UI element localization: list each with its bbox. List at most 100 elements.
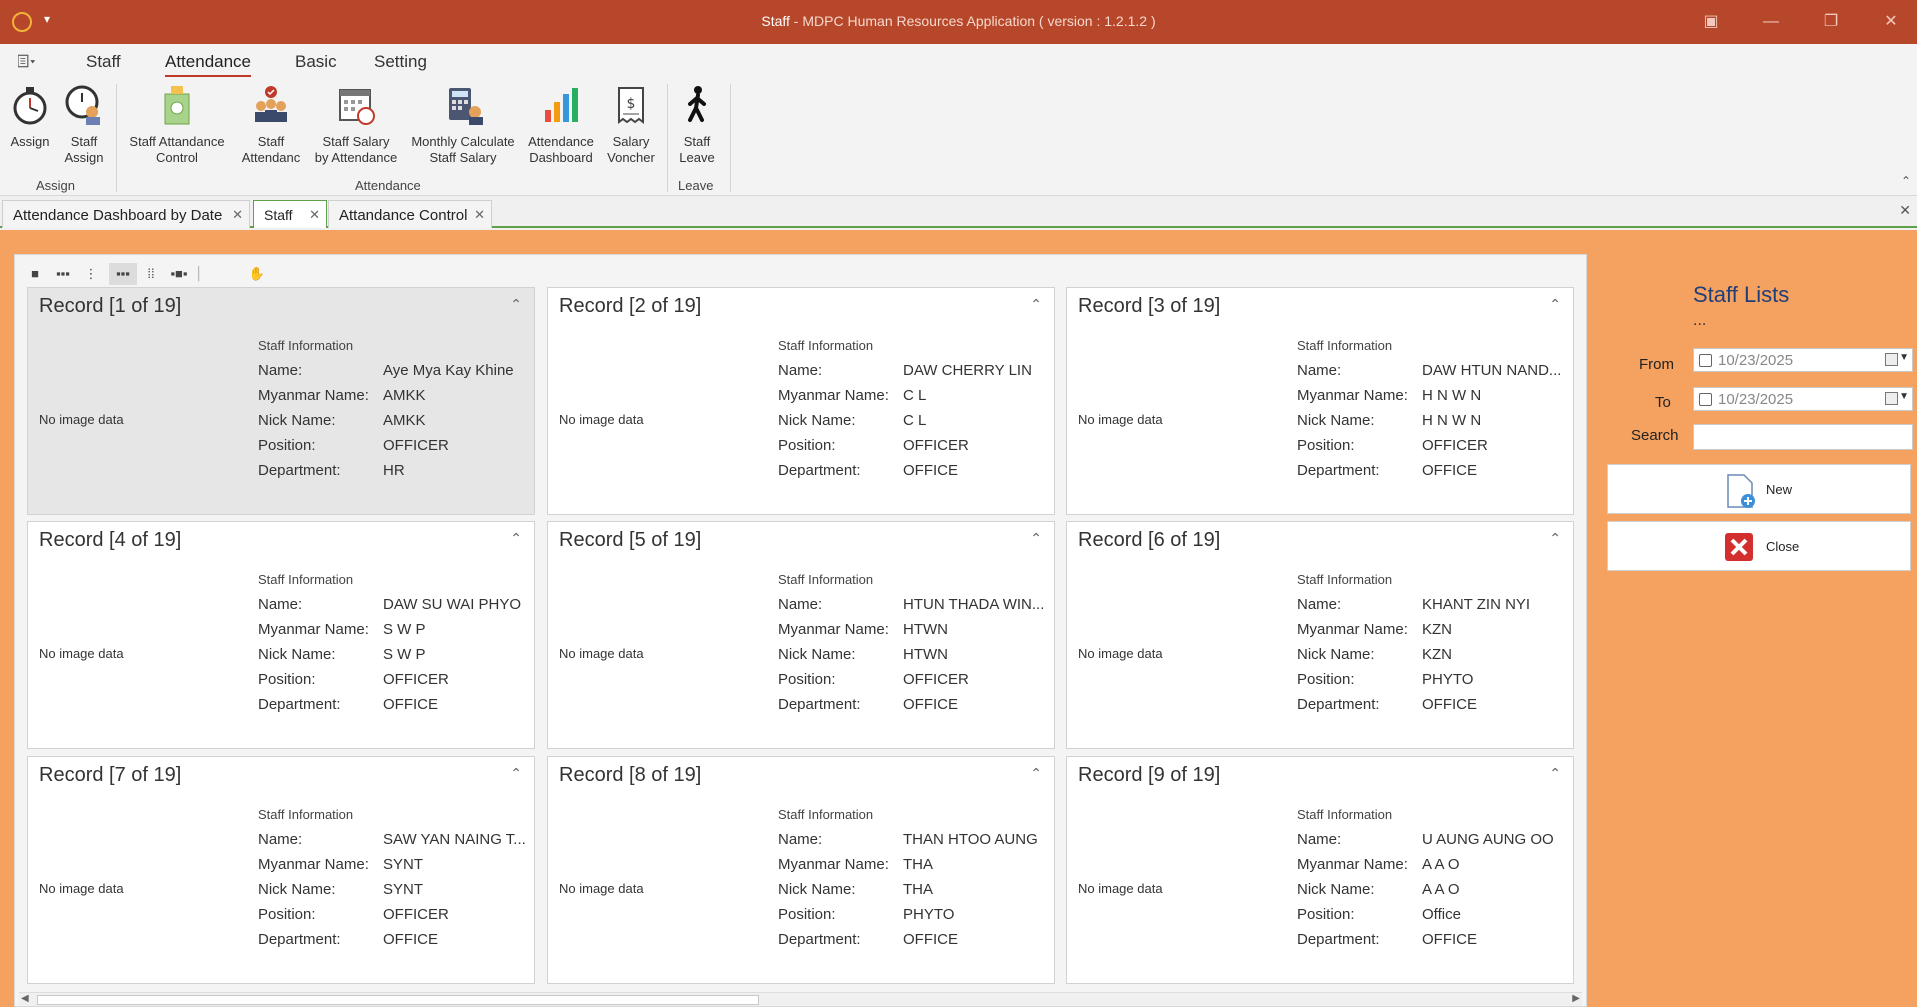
salary-voucher-button[interactable]: $ Salary Voncher bbox=[604, 84, 658, 166]
record-card[interactable]: Record [1 of 19] ⌃ No image data Staff Info… bbox=[27, 287, 535, 515]
record-card[interactable]: Record [7 of 19] ⌃ No image data Staff Info… bbox=[27, 756, 535, 984]
field-value: HTUN THADA WIN... bbox=[903, 596, 1045, 613]
chevron-down-icon[interactable]: ▼ bbox=[1899, 391, 1909, 402]
to-date-checkbox[interactable] bbox=[1699, 393, 1712, 406]
record-card[interactable]: Record [8 of 19] ⌃ No image data Staff Info… bbox=[547, 756, 1055, 984]
multi-column-view-icon[interactable]: ⁞⁞ bbox=[139, 263, 163, 285]
field-label: Name: bbox=[1297, 362, 1342, 379]
from-date-checkbox[interactable] bbox=[1699, 354, 1712, 367]
menu-basic[interactable]: Basic bbox=[295, 52, 337, 72]
attendance-dashboard-label-2: Dashboard bbox=[529, 150, 593, 165]
monthly-calculate-label-2: Staff Salary bbox=[429, 150, 497, 165]
staff-attendance-button[interactable]: Staff Attendanc bbox=[236, 84, 306, 166]
collapse-card-icon[interactable]: ⌃ bbox=[1549, 530, 1561, 547]
new-button-label: New bbox=[1766, 482, 1793, 497]
multi-row-view-icon[interactable]: ▪▪▪ bbox=[109, 263, 137, 285]
from-date-field[interactable]: 10/23/2025 ▼ bbox=[1693, 348, 1913, 372]
no-image-placeholder: No image data bbox=[559, 881, 644, 896]
tab-staff[interactable]: Staff ✕ bbox=[253, 200, 327, 228]
field-label: Nick Name: bbox=[258, 881, 336, 898]
calendar-icon[interactable] bbox=[1885, 392, 1898, 405]
record-card[interactable]: Record [4 of 19] ⌃ No image data Staff Info… bbox=[27, 521, 535, 749]
collapse-card-icon[interactable]: ⌃ bbox=[1549, 765, 1561, 782]
collapse-card-icon[interactable]: ⌃ bbox=[510, 530, 522, 547]
field-value: SYNT bbox=[383, 856, 424, 873]
record-title: Record [6 of 19] bbox=[1078, 529, 1221, 551]
field-label: Name: bbox=[778, 596, 823, 613]
single-record-view-icon[interactable]: ■ bbox=[23, 263, 47, 285]
scroll-right-icon[interactable]: ▶ bbox=[1572, 993, 1580, 1004]
menu-attendance[interactable]: Attendance bbox=[165, 52, 252, 77]
collapse-card-icon[interactable]: ⌃ bbox=[1030, 296, 1042, 313]
no-image-placeholder: No image data bbox=[1078, 412, 1163, 427]
divider-icon: ▏ bbox=[198, 266, 208, 281]
svg-text:$: $ bbox=[627, 96, 636, 112]
field-label: Position: bbox=[778, 906, 836, 923]
tab-label: Attendance Dashboard by Date bbox=[13, 207, 223, 224]
close-tab-icon[interactable]: ✕ bbox=[474, 207, 485, 223]
new-button[interactable]: New bbox=[1607, 464, 1911, 514]
record-card[interactable]: Record [2 of 19] ⌃ No image data Staff Info… bbox=[547, 287, 1055, 515]
collapse-card-icon[interactable]: ⌃ bbox=[1030, 765, 1042, 782]
record-title: Record [5 of 19] bbox=[559, 529, 702, 551]
bar-chart-icon bbox=[545, 88, 578, 122]
file-menu-icon[interactable] bbox=[18, 54, 36, 68]
staff-leave-button[interactable]: Staff Leave bbox=[676, 84, 718, 166]
staff-attendance-control-button[interactable]: Staff Attandance Control bbox=[124, 84, 230, 166]
close-button[interactable]: Close bbox=[1607, 521, 1911, 571]
field-value: Aye Mya Kay Khine bbox=[383, 362, 514, 379]
menu-staff[interactable]: Staff bbox=[86, 52, 121, 72]
calculator-icon bbox=[164, 86, 190, 125]
field-label: Nick Name: bbox=[778, 881, 856, 898]
field-label: Nick Name: bbox=[778, 646, 856, 663]
assign-button-label: Assign bbox=[10, 134, 50, 149]
restore-layout-icon[interactable]: ▣ bbox=[1696, 9, 1726, 35]
field-value: KZN bbox=[1422, 646, 1452, 663]
staff-leave-label-2: Leave bbox=[679, 150, 715, 165]
field-label: Myanmar Name: bbox=[778, 387, 889, 404]
row-view-icon[interactable]: ▪▪▪ bbox=[51, 263, 75, 285]
field-label: Name: bbox=[1297, 596, 1342, 613]
close-all-tabs-icon[interactable]: ✕ bbox=[1899, 202, 1911, 219]
collapse-card-icon[interactable]: ⌃ bbox=[510, 296, 522, 313]
staff-assign-label-1: Staff bbox=[70, 134, 98, 149]
collapse-card-icon[interactable]: ⌃ bbox=[1549, 296, 1561, 313]
menu-setting[interactable]: Setting bbox=[374, 52, 427, 72]
monthly-calculate-staff-salary-button[interactable]: Monthly Calculate Staff Salary bbox=[408, 84, 518, 166]
field-value: C L bbox=[903, 387, 927, 404]
record-card[interactable]: Record [3 of 19] ⌃ No image data Staff Info… bbox=[1066, 287, 1574, 515]
staff-salary-by-attendance-button[interactable]: Staff Salary by Attendance bbox=[310, 84, 402, 166]
field-value: KZN bbox=[1422, 621, 1452, 638]
chevron-down-icon[interactable]: ▼ bbox=[1899, 352, 1909, 363]
horizontal-scrollbar[interactable]: ◀ ▶ bbox=[19, 992, 1582, 1006]
from-label: From bbox=[1639, 356, 1674, 373]
maximize-button[interactable]: ❐ bbox=[1816, 9, 1846, 35]
tab-attandance-control[interactable]: Attandance Control ✕ bbox=[328, 200, 492, 228]
collapse-ribbon-icon[interactable]: ⌃ bbox=[1901, 174, 1911, 188]
close-window-button[interactable]: ✕ bbox=[1876, 9, 1906, 35]
field-value: H N W N bbox=[1422, 412, 1482, 429]
scroll-left-icon[interactable]: ◀ bbox=[21, 993, 29, 1004]
tab-attendance-dashboard-by-date[interactable]: Attendance Dashboard by Date ✕ bbox=[2, 200, 250, 228]
pan-hand-icon[interactable]: ✋ bbox=[245, 263, 269, 285]
field-value: PHYTO bbox=[1422, 671, 1474, 688]
assign-button[interactable]: Assign bbox=[8, 84, 52, 150]
carousel-view-icon[interactable]: ▪■▪ bbox=[167, 263, 191, 285]
calendar-icon[interactable] bbox=[1885, 353, 1898, 366]
column-view-icon[interactable]: ⋮ bbox=[79, 263, 103, 285]
attendance-dashboard-button[interactable]: Attendance Dashboard bbox=[524, 84, 598, 166]
field-label: Position: bbox=[258, 437, 316, 454]
staff-information-heading: Staff Information bbox=[258, 807, 354, 822]
to-date-field[interactable]: 10/23/2025 ▼ bbox=[1693, 387, 1913, 411]
minimize-button[interactable]: — bbox=[1756, 9, 1786, 35]
staff-assign-button[interactable]: Staff Assign bbox=[60, 84, 108, 166]
close-tab-icon[interactable]: ✕ bbox=[232, 207, 243, 223]
collapse-card-icon[interactable]: ⌃ bbox=[510, 765, 522, 782]
record-card[interactable]: Record [9 of 19] ⌃ No image data Staff Info… bbox=[1066, 756, 1574, 984]
record-card[interactable]: Record [6 of 19] ⌃ No image data Staff Info… bbox=[1066, 521, 1574, 749]
collapse-card-icon[interactable]: ⌃ bbox=[1030, 530, 1042, 547]
close-tab-icon[interactable]: ✕ bbox=[309, 207, 320, 223]
record-card[interactable]: Record [5 of 19] ⌃ No image data Staff Info… bbox=[547, 521, 1055, 749]
search-input[interactable] bbox=[1693, 424, 1913, 450]
scrollbar-thumb[interactable] bbox=[37, 995, 759, 1005]
